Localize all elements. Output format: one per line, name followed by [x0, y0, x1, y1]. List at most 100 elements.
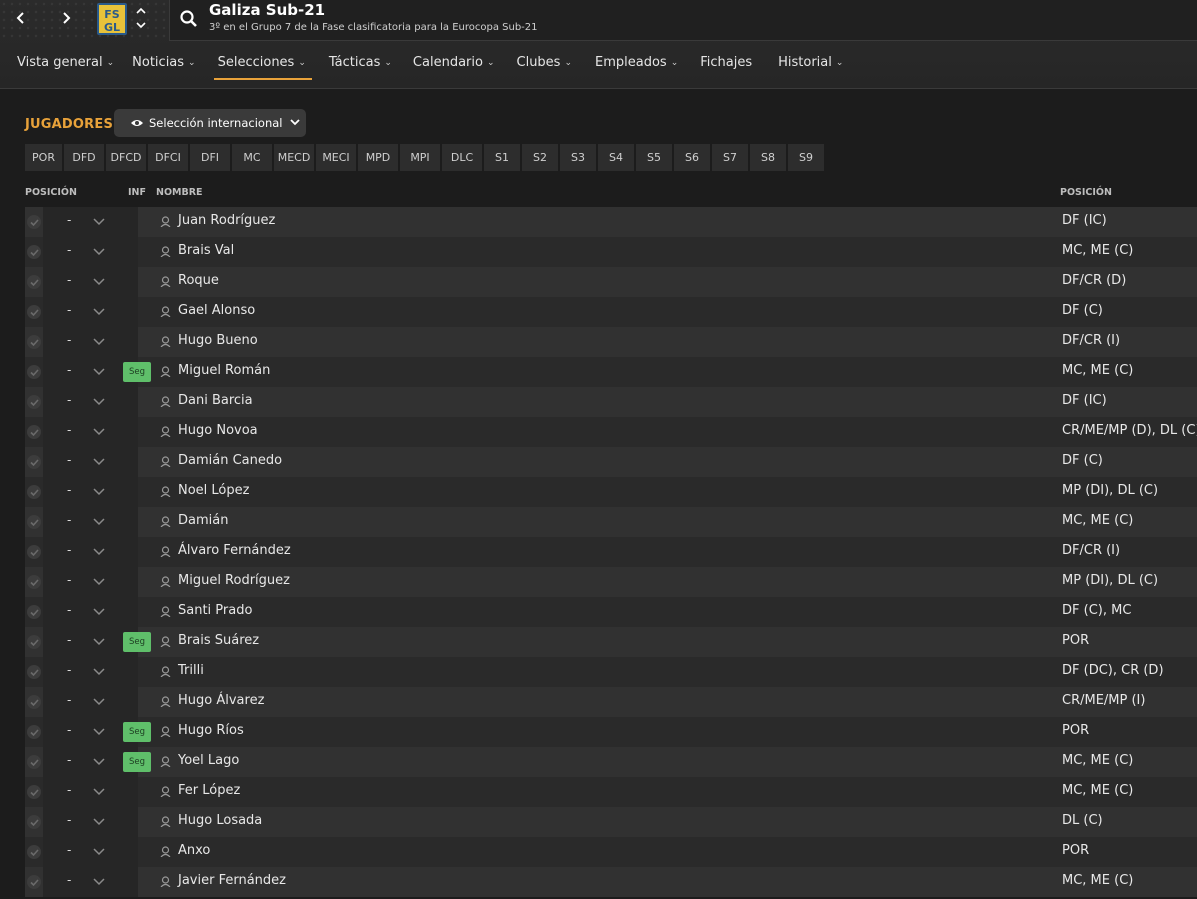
table-row[interactable]: - Hugo Losada DL (C) — [25, 807, 1197, 837]
checkmark-icon[interactable] — [27, 665, 41, 679]
forward-arrow-icon[interactable] — [55, 7, 77, 29]
table-row[interactable]: - Seg Hugo Ríos POR — [25, 717, 1197, 747]
table-row[interactable]: - Juan Rodríguez DF (IC) — [25, 207, 1197, 237]
position-filter-s9[interactable]: S9 — [788, 144, 824, 171]
table-row[interactable]: - Hugo Bueno DF/CR (I) — [25, 327, 1197, 357]
player-name[interactable]: Hugo Bueno — [178, 333, 258, 348]
player-name[interactable]: Fer López — [178, 783, 240, 798]
checkmark-icon[interactable] — [27, 725, 41, 739]
position-filter-mpi[interactable]: MPI — [400, 144, 440, 171]
checkmark-icon[interactable] — [27, 785, 41, 799]
player-name[interactable]: Hugo Álvarez — [178, 693, 264, 708]
position-filter-dfci[interactable]: DFCI — [148, 144, 188, 171]
player-name[interactable]: Dani Barcia — [178, 393, 253, 408]
table-row[interactable]: - Seg Brais Suárez POR — [25, 627, 1197, 657]
checkmark-icon[interactable] — [27, 335, 41, 349]
table-row[interactable]: - Gael Alonso DF (C) — [25, 297, 1197, 327]
checkmark-icon[interactable] — [27, 365, 41, 379]
table-row[interactable]: - Damián Canedo DF (C) — [25, 447, 1197, 477]
player-name[interactable]: Roque — [178, 273, 219, 288]
chevron-down-icon[interactable] — [93, 726, 105, 736]
back-arrow-icon[interactable] — [10, 7, 32, 29]
position-filter-s3[interactable]: S3 — [560, 144, 596, 171]
chevron-down-icon[interactable] — [93, 636, 105, 646]
menu-calendario[interactable]: Calendario ⌄ — [413, 52, 495, 82]
position-filter-mc[interactable]: MC — [232, 144, 272, 171]
table-row[interactable]: - Javier Fernández MC, ME (C) — [25, 867, 1197, 897]
player-name[interactable]: Miguel Rodríguez — [178, 573, 290, 588]
player-name[interactable]: Noel López — [178, 483, 249, 498]
player-name[interactable]: Anxo — [178, 843, 210, 858]
up-down-arrows-icon[interactable] — [135, 4, 147, 32]
checkmark-icon[interactable] — [27, 485, 41, 499]
chevron-down-icon[interactable] — [93, 246, 105, 256]
chevron-down-icon[interactable] — [93, 696, 105, 706]
position-filter-dfcd[interactable]: DFCD — [106, 144, 146, 171]
position-filter-s4[interactable]: S4 — [598, 144, 634, 171]
menu-selecciones[interactable]: Selecciones ⌄ — [213, 52, 313, 82]
position-filter-s7[interactable]: S7 — [712, 144, 748, 171]
position-filter-s5[interactable]: S5 — [636, 144, 672, 171]
checkmark-icon[interactable] — [27, 845, 41, 859]
team-title[interactable]: Galiza Sub-21 — [209, 1, 325, 19]
player-name[interactable]: Yoel Lago — [178, 753, 239, 768]
table-row[interactable]: - Anxo POR — [25, 837, 1197, 867]
player-name[interactable]: Javier Fernández — [178, 873, 286, 888]
table-row[interactable]: - Seg Miguel Román MC, ME (C) — [25, 357, 1197, 387]
menu-clubes[interactable]: Clubes ⌄ — [517, 52, 573, 82]
position-filter-s1[interactable]: S1 — [484, 144, 520, 171]
position-filter-s6[interactable]: S6 — [674, 144, 710, 171]
menu-historial[interactable]: Historial ⌄ — [778, 52, 843, 82]
player-name[interactable]: Álvaro Fernández — [178, 543, 291, 558]
position-filter-mpd[interactable]: MPD — [358, 144, 398, 171]
checkmark-icon[interactable] — [27, 605, 41, 619]
selection-dropdown[interactable]: Selección internacional — [114, 109, 306, 137]
checkmark-icon[interactable] — [27, 425, 41, 439]
chevron-down-icon[interactable] — [93, 756, 105, 766]
position-filter-dlc[interactable]: DLC — [442, 144, 482, 171]
checkmark-icon[interactable] — [27, 695, 41, 709]
column-header-inf[interactable]: INF — [128, 187, 146, 198]
checkmark-icon[interactable] — [27, 815, 41, 829]
chevron-down-icon[interactable] — [93, 336, 105, 346]
player-name[interactable]: Gael Alonso — [178, 303, 255, 318]
menu-fichajes[interactable]: Fichajes — [700, 52, 752, 82]
table-row[interactable]: - Damián MC, ME (C) — [25, 507, 1197, 537]
player-name[interactable]: Damián Canedo — [178, 453, 282, 468]
menu-empleados[interactable]: Empleados ⌄ — [595, 52, 678, 82]
checkmark-icon[interactable] — [27, 215, 41, 229]
checkmark-icon[interactable] — [27, 635, 41, 649]
chevron-down-icon[interactable] — [93, 426, 105, 436]
chevron-down-icon[interactable] — [93, 846, 105, 856]
table-row[interactable]: - Álvaro Fernández DF/CR (I) — [25, 537, 1197, 567]
chevron-down-icon[interactable] — [93, 606, 105, 616]
checkmark-icon[interactable] — [27, 755, 41, 769]
column-header-position-right[interactable]: POSICIÓN — [1060, 187, 1112, 198]
chevron-down-icon[interactable] — [93, 276, 105, 286]
chevron-down-icon[interactable] — [93, 816, 105, 826]
checkmark-icon[interactable] — [27, 515, 41, 529]
menu-vista-general[interactable]: Vista general ⌄ — [17, 52, 114, 82]
player-name[interactable]: Brais Suárez — [178, 633, 259, 648]
player-name[interactable]: Brais Val — [178, 243, 234, 258]
table-row[interactable]: - Hugo Álvarez CR/ME/MP (I) — [25, 687, 1197, 717]
chevron-down-icon[interactable] — [93, 876, 105, 886]
position-filter-mecd[interactable]: MECD — [274, 144, 314, 171]
player-name[interactable]: Damián — [178, 513, 228, 528]
chevron-down-icon[interactable] — [93, 456, 105, 466]
position-filter-dfi[interactable]: DFI — [190, 144, 230, 171]
checkmark-icon[interactable] — [27, 245, 41, 259]
player-name[interactable]: Hugo Ríos — [178, 723, 244, 738]
position-filter-por[interactable]: POR — [25, 144, 62, 171]
menu-noticias[interactable]: Noticias ⌄ — [132, 52, 195, 82]
checkmark-icon[interactable] — [27, 875, 41, 889]
search-icon[interactable] — [179, 9, 199, 29]
checkmark-icon[interactable] — [27, 275, 41, 289]
position-filter-s8[interactable]: S8 — [750, 144, 786, 171]
chevron-down-icon[interactable] — [93, 216, 105, 226]
column-header-name[interactable]: NOMBRE — [156, 187, 203, 198]
column-header-position[interactable]: POSICIÓN — [25, 187, 77, 198]
position-filter-s2[interactable]: S2 — [522, 144, 558, 171]
table-row[interactable]: - Dani Barcia DF (IC) — [25, 387, 1197, 417]
player-name[interactable]: Miguel Román — [178, 363, 270, 378]
